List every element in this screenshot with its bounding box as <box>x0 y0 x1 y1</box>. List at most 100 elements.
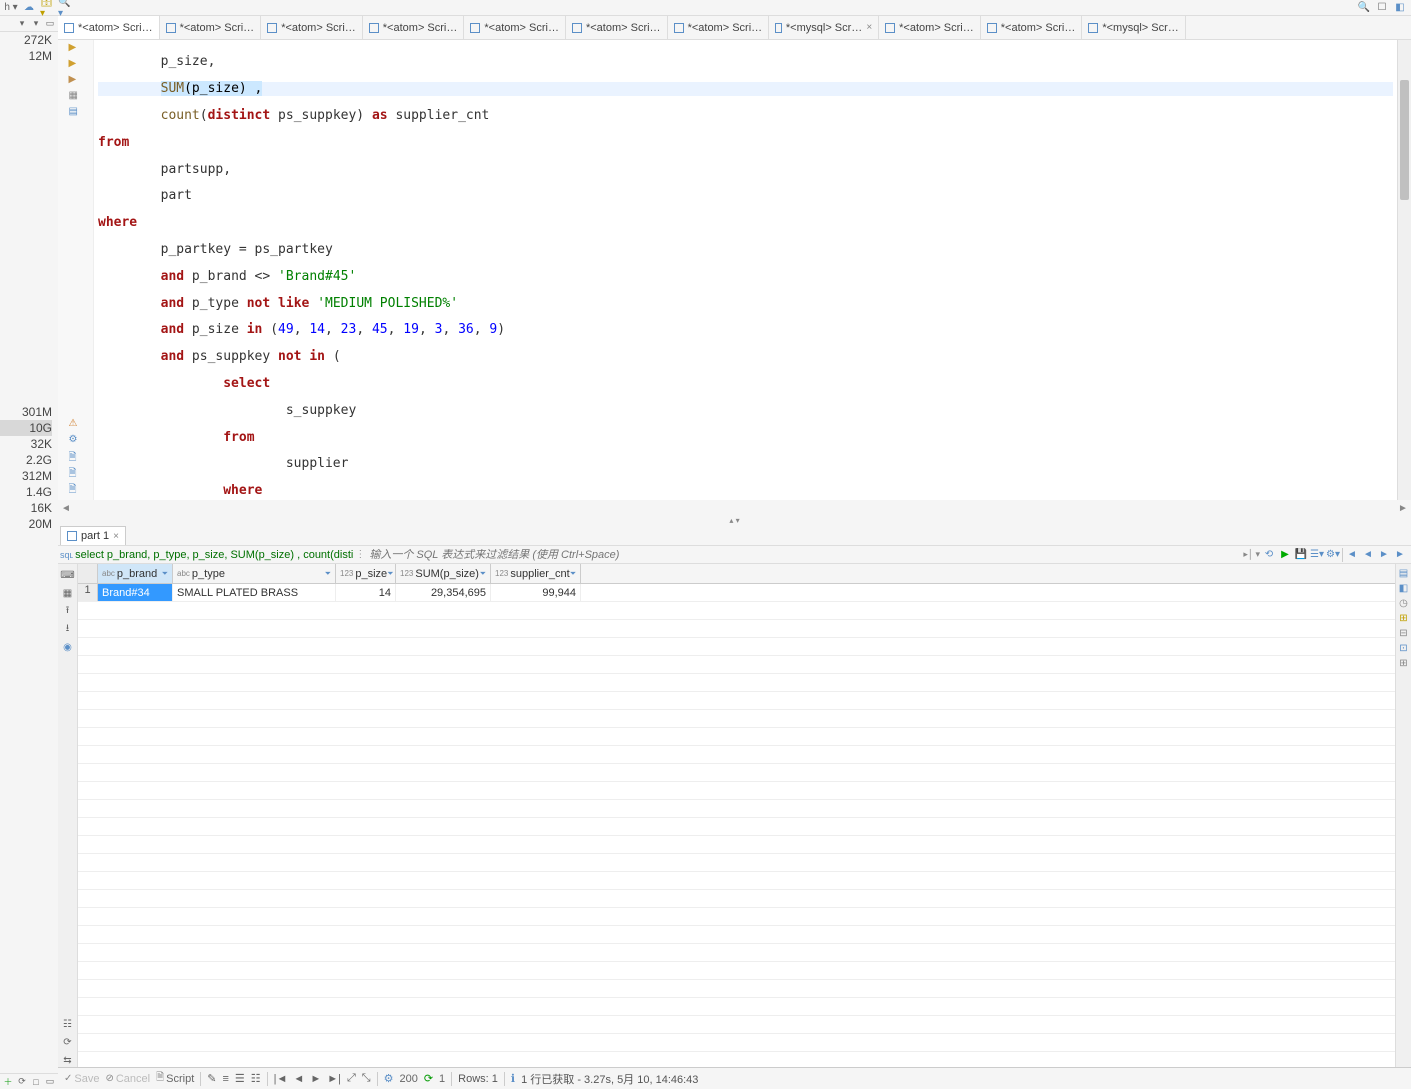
nav-value[interactable]: 12M <box>0 48 52 64</box>
gutter-doc-icon[interactable]: 🗎 <box>69 450 83 464</box>
save-button[interactable]: ✓Save <box>64 1073 99 1085</box>
grid-refresh-icon[interactable]: ⟳ <box>61 1035 75 1049</box>
grid-config-icon[interactable]: ⇆ <box>61 1053 75 1067</box>
nav-filter-icon[interactable]: ▾ <box>16 18 28 30</box>
nav-value-selected[interactable]: 10G <box>0 420 52 436</box>
dropdown-icon[interactable]: ▾ <box>1255 549 1260 560</box>
panel-grid-icon[interactable]: ⊞ <box>1399 613 1407 624</box>
nav-value[interactable]: 312M <box>0 468 52 484</box>
gutter-warning-icon[interactable]: ⚠ <box>69 418 83 432</box>
column-header[interactable]: abcp_type⏷ <box>173 564 336 583</box>
panel-value-icon[interactable]: ◧ <box>1399 583 1408 594</box>
gutter-arrow-icon[interactable]: ▶ <box>69 58 83 72</box>
column-header[interactable]: 123SUM(p_size)⏷ <box>396 564 491 583</box>
nav-last-icon[interactable]: ►| <box>327 1073 341 1085</box>
editor-tab[interactable]: *<atom> Scri… <box>160 16 262 39</box>
filter-apply-icon[interactable]: ▶ <box>1278 548 1292 562</box>
menu-h-dropdown[interactable]: h ▾ <box>4 1 18 15</box>
column-header[interactable]: 123p_size⏷ <box>336 564 396 583</box>
close-icon[interactable]: × <box>113 531 119 542</box>
script-button[interactable]: 🗎Script <box>156 1070 194 1087</box>
format2-icon[interactable]: ☰ <box>235 1072 245 1085</box>
grid-cell[interactable]: 14 <box>336 584 396 601</box>
nav-value[interactable]: 16K <box>0 500 52 516</box>
gutter-list-icon[interactable]: ▤ <box>69 106 83 120</box>
editor-tab[interactable]: *<mysql> Scr…× <box>769 16 879 39</box>
nav-value[interactable]: 1.4G <box>0 484 52 500</box>
panel-collapse-handle[interactable]: ▴ ▾ <box>58 516 1411 526</box>
gutter-struct-icon[interactable]: ▦ <box>69 90 83 104</box>
grid-text-icon[interactable]: ⌨ <box>61 568 75 582</box>
palette-icon[interactable]: ◧ <box>1393 1 1407 15</box>
column-filter-icon[interactable]: ⏷ <box>570 569 576 579</box>
editor-tab[interactable]: *<atom> Scri… <box>981 16 1083 39</box>
nav-min2-icon[interactable]: ▭ <box>44 1076 56 1088</box>
view-toggle-icon[interactable]: ☐ <box>1375 1 1389 15</box>
editor-tab[interactable]: *<atom> Scri… <box>464 16 566 39</box>
nav-first-icon[interactable]: |◄ <box>274 1073 288 1085</box>
nav-prev-icon[interactable]: ◄ <box>293 1073 304 1085</box>
results-filter-input[interactable] <box>365 549 1241 561</box>
nav-value[interactable]: 32K <box>0 436 52 452</box>
grid-cell[interactable]: Brand#34 <box>98 584 173 601</box>
refresh-icon[interactable]: ⟳ <box>424 1072 433 1085</box>
nav-expand-icon[interactable]: ⤢ <box>347 1072 356 1085</box>
nav-menu-icon[interactable]: ▾ <box>30 18 42 30</box>
fetch-size-value[interactable]: 200 <box>399 1073 417 1085</box>
nav-last-icon[interactable]: ► <box>1393 548 1407 562</box>
grid-corner[interactable] <box>78 564 98 583</box>
filter-clear-icon[interactable]: ⟲ <box>1262 548 1276 562</box>
panel-meta-icon[interactable]: ⊞ <box>1399 658 1407 669</box>
grid-cell[interactable]: SMALL PLATED BRASS <box>173 584 336 601</box>
nav-min-icon[interactable]: ▭ <box>44 18 56 30</box>
nav-collapse-icon[interactable]: ⤡ <box>362 1072 371 1085</box>
editor-tab[interactable]: *<atom> Scri… <box>879 16 981 39</box>
panel-toggle-icon[interactable]: ▤ <box>1399 568 1408 579</box>
panel-calc-icon[interactable]: ◷ <box>1399 598 1408 609</box>
column-filter-icon[interactable]: ⏷ <box>162 569 168 579</box>
grid-panels-icon[interactable]: ☷ <box>61 1017 75 1031</box>
scroll-right-icon[interactable]: ► <box>1395 503 1411 514</box>
editor-vertical-scrollbar[interactable] <box>1397 40 1411 500</box>
grid-data-row[interactable]: 1 Brand#34 SMALL PLATED BRASS 14 29,354,… <box>78 584 1395 602</box>
editor-horizontal-scrollbar[interactable]: ◄ ► <box>58 500 1411 516</box>
nav-value[interactable]: 272K <box>0 32 52 48</box>
nav-next-icon[interactable]: ► <box>1377 548 1391 562</box>
editor-tab[interactable]: *<atom> Scri… <box>58 16 160 39</box>
nav-next-icon[interactable]: ► <box>310 1073 321 1085</box>
cloud-icon[interactable]: ☁ <box>22 1 36 15</box>
grid-move-up-icon[interactable]: ⭱ <box>61 604 75 618</box>
cancel-button[interactable]: ⊘Cancel <box>105 1073 150 1085</box>
nav-stop-icon[interactable]: □ <box>30 1076 42 1088</box>
grid-cell[interactable]: 29,354,695 <box>396 584 491 601</box>
gutter-arrow-icon[interactable]: ▶ <box>69 42 83 56</box>
scrollbar-thumb[interactable] <box>1400 80 1409 200</box>
panel-link-icon[interactable]: ⊡ <box>1399 643 1407 654</box>
editor-tab[interactable]: *<atom> Scri… <box>668 16 770 39</box>
editor-tab[interactable]: *<mysql> Scr… <box>1082 16 1185 39</box>
nav-prev-icon[interactable]: ◄ <box>1361 548 1375 562</box>
edit-mode-icon[interactable]: ✎ <box>207 1072 216 1085</box>
close-icon[interactable]: × <box>866 22 872 33</box>
sql-editor[interactable]: ▶ ▶ ▶ ▦ ▤ ⚠ ⚙ 🗎 🗎 🗎 p_size, SUM( <box>58 40 1411 500</box>
nav-value[interactable]: 301M <box>0 404 52 420</box>
gear-icon[interactable]: ⚙ <box>384 1072 394 1085</box>
column-filter-icon[interactable]: ⏷ <box>325 569 331 579</box>
editor-tab[interactable]: *<atom> Scri… <box>261 16 363 39</box>
filter-settings-icon[interactable]: ⚙▾ <box>1326 548 1340 562</box>
nav-value[interactable]: 20M <box>0 516 52 532</box>
column-header[interactable]: abcp_brand⏷ <box>98 564 173 583</box>
search-dropdown-icon[interactable]: 🔍 ▾ <box>58 1 72 15</box>
gutter-arrow-icon[interactable]: ▶ <box>69 74 83 88</box>
grid-gridview-icon[interactable]: ▦ <box>61 586 75 600</box>
format3-icon[interactable]: ☷ <box>251 1072 261 1085</box>
editor-tab[interactable]: *<atom> Scri… <box>363 16 465 39</box>
code-area[interactable]: p_size, SUM(p_size) , count(distinct ps_… <box>94 40 1397 500</box>
row-number[interactable]: 1 <box>78 584 98 601</box>
nav-first-icon[interactable]: ◄ <box>1345 548 1359 562</box>
grid-move-down-icon[interactable]: ⭳ <box>61 622 75 636</box>
panel-ref-icon[interactable]: ⊟ <box>1399 628 1407 639</box>
expand-icon[interactable]: ▸│ <box>1243 549 1253 560</box>
gutter-doc3-icon[interactable]: 🗎 <box>69 482 83 496</box>
column-header[interactable]: 123supplier_cnt⏷ <box>491 564 581 583</box>
